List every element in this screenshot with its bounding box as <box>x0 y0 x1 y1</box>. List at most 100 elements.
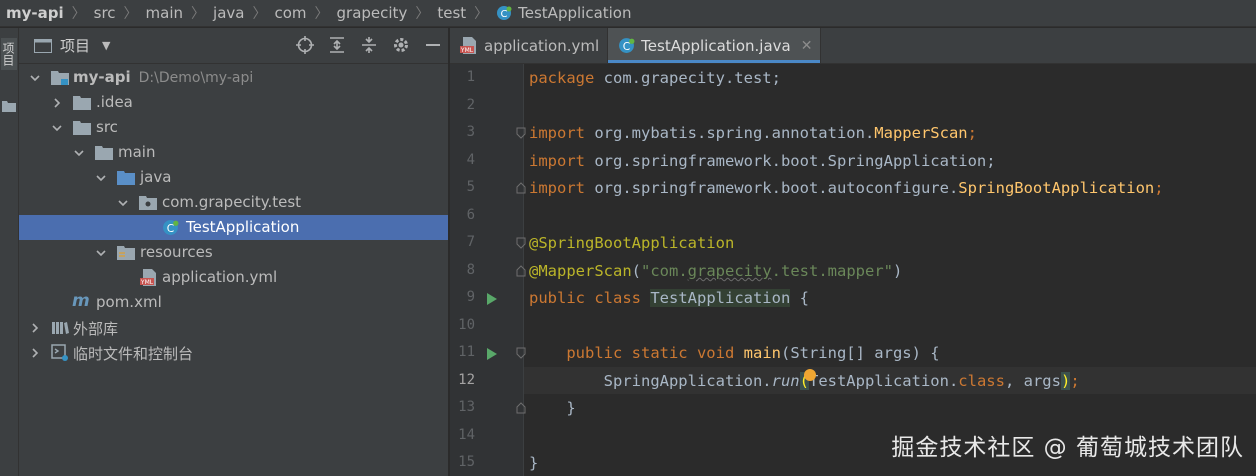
code-line-3: import org.mybatis.spring.annotation.Map… <box>529 122 977 144</box>
spring-class-icon: C <box>619 38 635 53</box>
tree-item-java[interactable]: java <box>19 165 449 190</box>
chevron-right-icon[interactable] <box>30 323 40 333</box>
breadcrumb-item-test[interactable]: test <box>437 4 466 22</box>
code-token: } <box>529 399 576 417</box>
chevron-down-icon: ▼ <box>102 39 111 52</box>
tree-item-label: pom.xml <box>96 293 162 311</box>
project-window-icon <box>34 38 52 53</box>
line-number: 10 <box>458 317 475 333</box>
code-token: ) <box>1060 372 1071 390</box>
chevron-right-icon[interactable] <box>52 98 62 108</box>
tree-item-idea[interactable]: .idea <box>19 90 449 115</box>
code-token: import <box>529 124 585 142</box>
locate-icon[interactable] <box>296 36 314 54</box>
tab-test-application-java[interactable]: C TestApplication.java ✕ <box>608 28 822 63</box>
svg-text:C: C <box>623 40 630 53</box>
project-view-selector[interactable]: 项目 ▼ <box>34 35 110 56</box>
run-icon[interactable] <box>486 347 498 361</box>
breadcrumb: my-api 〉 src 〉 main 〉 java 〉 com 〉 grape… <box>0 0 1256 27</box>
collapse-all-icon[interactable] <box>360 36 378 54</box>
line-number: 3 <box>466 124 475 140</box>
svg-text:C: C <box>501 9 508 20</box>
tree-item-external-libraries[interactable]: 外部库 <box>19 315 449 340</box>
tree-item-pom-xml[interactable]: m pom.xml <box>19 290 449 315</box>
code-token: ; <box>1070 372 1080 390</box>
code-token: SpringBootApplication <box>958 179 1155 197</box>
spring-class-icon: C <box>163 220 179 235</box>
chevron-down-icon[interactable] <box>96 173 106 183</box>
tree-item-test-application[interactable]: C TestApplication <box>19 215 448 240</box>
chevron-down-icon[interactable] <box>52 123 62 133</box>
gear-icon[interactable] <box>392 36 410 54</box>
lightbulb-icon[interactable] <box>804 369 816 381</box>
chevron-right-icon: 〉 <box>474 6 489 22</box>
code-token: ) <box>893 262 903 280</box>
code-token: ; <box>967 124 977 142</box>
code-token: grapecity <box>687 262 772 280</box>
code-token: com.grapecity.test; <box>594 69 781 87</box>
breadcrumb-item-grapecity[interactable]: grapecity <box>337 4 408 22</box>
close-icon[interactable]: ✕ <box>801 38 813 54</box>
chevron-down-icon[interactable] <box>96 248 106 258</box>
tree-item-label: java <box>140 168 172 186</box>
code-token: MapperScan <box>874 124 968 142</box>
line-number: 12 <box>458 372 475 388</box>
code-token: @MapperScan <box>529 262 632 280</box>
code-line-1: package com.grapecity.test; <box>529 67 781 89</box>
chevron-right-icon[interactable] <box>30 348 40 358</box>
line-number: 1 <box>466 69 475 85</box>
project-path: D:\Demo\my-api <box>138 70 254 86</box>
scratches-icon <box>51 344 68 361</box>
code-editor[interactable]: package com.grapecity.test; import org.m… <box>524 64 1256 476</box>
editor-tabs: YML application.yml C TestApplication.ja… <box>450 28 1256 64</box>
tree-item-package[interactable]: com.grapecity.test <box>19 190 449 215</box>
spring-class-icon: C <box>497 6 512 20</box>
chevron-down-icon[interactable] <box>118 198 128 208</box>
tree-item-project-root[interactable]: my-api D:\Demo\my-api <box>19 65 449 90</box>
code-token: import <box>529 179 585 197</box>
code-token: TestApplication <box>650 289 791 307</box>
tree-item-scratches[interactable]: 临时文件和控制台 <box>19 340 449 365</box>
breadcrumb-item-com[interactable]: com <box>274 4 306 22</box>
code-token: { <box>790 289 809 307</box>
tab-label: application.yml <box>484 36 600 55</box>
code-token: run <box>771 372 800 390</box>
yml-file-icon: YML <box>460 37 476 54</box>
breadcrumb-item-main[interactable]: main <box>146 4 183 22</box>
tab-application-yml[interactable]: YML application.yml <box>450 28 609 63</box>
breadcrumb-item-src[interactable]: src <box>94 4 116 22</box>
breadcrumb-item-java[interactable]: java <box>213 4 244 22</box>
svg-text:YML: YML <box>140 279 154 286</box>
tree-item-label: src <box>96 118 118 136</box>
line-number: 2 <box>466 97 475 113</box>
code-line-5: import org.springframework.boot.autoconf… <box>529 177 1164 199</box>
tree-item-application-yml[interactable]: YML application.yml <box>19 265 449 290</box>
tree-item-main[interactable]: main <box>19 140 449 165</box>
tree-item-label: application.yml <box>162 268 278 286</box>
run-icon[interactable] <box>486 292 498 306</box>
code-token: public class <box>529 289 641 307</box>
chevron-down-icon[interactable] <box>74 148 84 158</box>
folder-icon <box>95 146 113 160</box>
tree-item-src[interactable]: src <box>19 115 449 140</box>
code-token: org.springframework.boot.autoconfigure. <box>585 179 959 197</box>
watermark: 掘金技术社区 @ 葡萄城技术团队 <box>891 435 1244 461</box>
tree-item-resources[interactable]: resources <box>19 240 449 265</box>
code-line-4: import org.springframework.boot.SpringAp… <box>529 150 996 172</box>
source-folder-icon <box>117 171 135 185</box>
code-token: class <box>958 372 1005 390</box>
chevron-down-icon[interactable] <box>30 73 40 83</box>
breadcrumb-item-class[interactable]: TestApplication <box>518 4 631 22</box>
project-tool-window-button[interactable]: 项目 <box>1 38 17 70</box>
line-number: 9 <box>466 289 475 305</box>
line-number: 11 <box>458 344 475 360</box>
expand-all-icon[interactable] <box>328 36 346 54</box>
breadcrumb-item-project[interactable]: my-api <box>6 4 64 22</box>
project-panel-title: 项目 <box>60 37 91 55</box>
chevron-right-icon: 〉 <box>191 6 206 22</box>
code-token: ( <box>631 262 641 280</box>
tree-item-label: my-api <box>73 68 131 86</box>
code-token: org.springframework.boot.SpringApplicati… <box>585 152 996 170</box>
minimize-icon[interactable] <box>424 36 442 54</box>
